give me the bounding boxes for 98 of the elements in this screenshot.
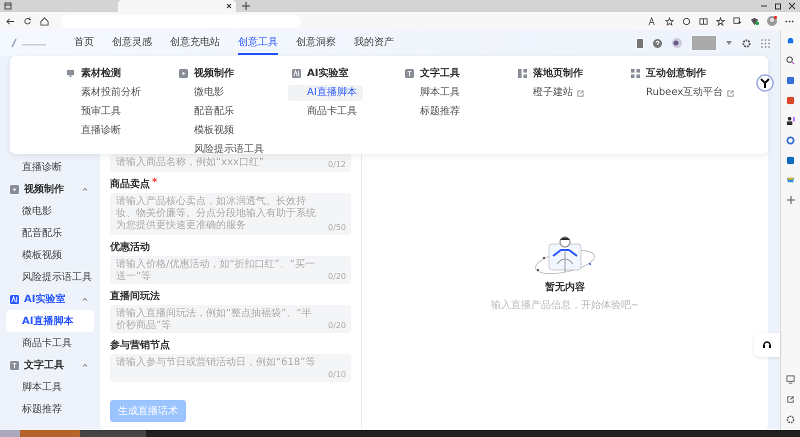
ai-icon bbox=[292, 68, 301, 78]
restore-icon[interactable] bbox=[774, 2, 782, 10]
reload-icon[interactable] bbox=[23, 16, 32, 26]
read-aloud-icon[interactable] bbox=[648, 16, 657, 26]
menu-item[interactable]: 配音配乐 bbox=[175, 104, 240, 120]
search-icon[interactable] bbox=[786, 56, 795, 65]
play-icon bbox=[179, 68, 188, 78]
caret-icon bbox=[82, 187, 88, 191]
settings-icon[interactable] bbox=[742, 38, 751, 48]
shield-icon[interactable] bbox=[750, 16, 759, 26]
sidebar-item[interactable]: 风险提示语工具 bbox=[6, 266, 94, 288]
sidebar-item[interactable]: 商品卡工具 bbox=[6, 332, 94, 354]
sidebar-item[interactable]: 微电影 bbox=[6, 200, 94, 222]
collections-icon[interactable] bbox=[733, 16, 742, 26]
profile-avatar-icon[interactable] bbox=[767, 16, 777, 26]
menu-item[interactable]: 素材投前分析 bbox=[62, 85, 147, 101]
circle-app-icon[interactable] bbox=[786, 136, 795, 145]
screen-icon[interactable] bbox=[786, 375, 795, 384]
empty-hint: 输入直播产品信息，开始体验吧~ bbox=[490, 298, 640, 312]
close-icon[interactable] bbox=[788, 2, 796, 10]
sidebar-item[interactable]: 模板视频 bbox=[6, 244, 94, 266]
support-button[interactable] bbox=[754, 333, 780, 357]
menu-heading: 文字工具 bbox=[420, 66, 460, 80]
sidebar-group[interactable]: 视频制作 bbox=[6, 178, 94, 200]
sidebar-item[interactable]: 脚本工具 bbox=[6, 376, 94, 398]
grid-icon bbox=[631, 68, 640, 78]
menu-item[interactable]: 预审工具 bbox=[62, 104, 127, 120]
char-counter: 0/50 bbox=[328, 223, 346, 232]
empty-title: 暂无内容 bbox=[545, 280, 585, 294]
help-icon[interactable] bbox=[653, 38, 662, 48]
nav-tab[interactable]: 创意洞察 bbox=[296, 31, 336, 55]
menu-heading: 互动创意制作 bbox=[646, 66, 706, 80]
play-icon bbox=[10, 184, 19, 194]
ai-icon bbox=[10, 294, 19, 304]
field-label: 直播间玩法 bbox=[110, 290, 160, 303]
back-icon[interactable] bbox=[6, 16, 15, 26]
menu-item[interactable]: AI直播脚本 bbox=[288, 85, 363, 101]
split-screen-icon[interactable] bbox=[699, 16, 708, 26]
field-label: 参与营销节点 bbox=[110, 338, 170, 352]
settings-icon[interactable] bbox=[786, 415, 795, 424]
nav-tab[interactable]: 首页 bbox=[74, 31, 94, 55]
field-label: 商品卖点 bbox=[110, 177, 150, 191]
sidebar-item[interactable]: 直播诊断 bbox=[6, 156, 94, 178]
nav-tab[interactable]: 创意灵感 bbox=[112, 31, 152, 55]
home-icon[interactable] bbox=[40, 16, 49, 26]
avatar-icon[interactable] bbox=[672, 38, 682, 48]
menu-item[interactable]: 模板视频 bbox=[175, 123, 240, 139]
sidebar-group[interactable]: AI实验室 bbox=[6, 288, 94, 310]
layout-icon bbox=[518, 68, 527, 78]
menu-item[interactable]: 橙子建站 bbox=[514, 85, 590, 101]
char-counter: 0/20 bbox=[328, 321, 346, 330]
field-label: 优惠活动 bbox=[110, 240, 150, 254]
person-icon[interactable] bbox=[786, 116, 795, 125]
bell-icon[interactable] bbox=[786, 36, 795, 45]
monitor-icon bbox=[66, 68, 75, 78]
external-link-icon bbox=[577, 90, 584, 96]
text-icon bbox=[10, 360, 19, 370]
caret-icon bbox=[82, 297, 88, 301]
char-counter: 0/12 bbox=[328, 160, 346, 169]
shop-icon[interactable] bbox=[786, 176, 795, 185]
close-icon[interactable] bbox=[226, 3, 232, 9]
headset-icon bbox=[762, 340, 772, 350]
outlook-icon[interactable] bbox=[786, 156, 795, 165]
menu-item[interactable]: 直播诊断 bbox=[62, 123, 127, 139]
caret-icon bbox=[82, 363, 88, 367]
char-counter: 0/20 bbox=[328, 272, 346, 281]
sidebar-item[interactable]: 标题推荐 bbox=[6, 398, 94, 420]
new-tab-icon[interactable] bbox=[242, 2, 250, 10]
apps-grid-icon[interactable] bbox=[761, 38, 770, 48]
star-icon[interactable] bbox=[665, 16, 674, 26]
menu-heading: AI实验室 bbox=[307, 66, 348, 80]
briefcase-icon[interactable] bbox=[786, 96, 795, 105]
tab-actions-icon[interactable] bbox=[4, 2, 12, 10]
sidebar-item[interactable]: AI直播脚本 bbox=[6, 310, 94, 332]
menu-item[interactable]: Rubeex互动平台 bbox=[627, 85, 740, 101]
external-link-icon[interactable] bbox=[786, 395, 795, 404]
assistant-icon[interactable] bbox=[756, 74, 774, 92]
external-link-icon bbox=[727, 90, 734, 96]
char-counter: 0/10 bbox=[328, 370, 346, 379]
empty-state-drawing bbox=[533, 234, 597, 276]
add-icon[interactable] bbox=[786, 196, 794, 204]
phone-icon[interactable] bbox=[637, 38, 643, 48]
sidebar-item[interactable]: 配音配乐 bbox=[6, 222, 94, 244]
favorites-icon[interactable] bbox=[716, 16, 725, 26]
menu-item[interactable]: 标题推荐 bbox=[401, 104, 466, 120]
menu-heading: 素材检测 bbox=[81, 66, 121, 80]
menu-item[interactable]: 微电影 bbox=[175, 85, 230, 101]
caret-icon[interactable] bbox=[726, 41, 732, 45]
menu-item[interactable]: 脚本工具 bbox=[401, 85, 466, 101]
tag-icon[interactable] bbox=[786, 76, 795, 85]
menu-heading: 落地页制作 bbox=[533, 66, 583, 80]
text-icon bbox=[405, 68, 414, 78]
menu-item[interactable]: 商品卡工具 bbox=[288, 104, 363, 120]
menu-heading: 视频制作 bbox=[194, 66, 234, 80]
sidebar-group[interactable]: 文字工具 bbox=[6, 354, 94, 376]
nav-tab[interactable]: 创意充电站 bbox=[170, 31, 220, 55]
nav-tab[interactable]: 我的资产 bbox=[354, 31, 394, 55]
required-mark: * bbox=[152, 177, 158, 190]
